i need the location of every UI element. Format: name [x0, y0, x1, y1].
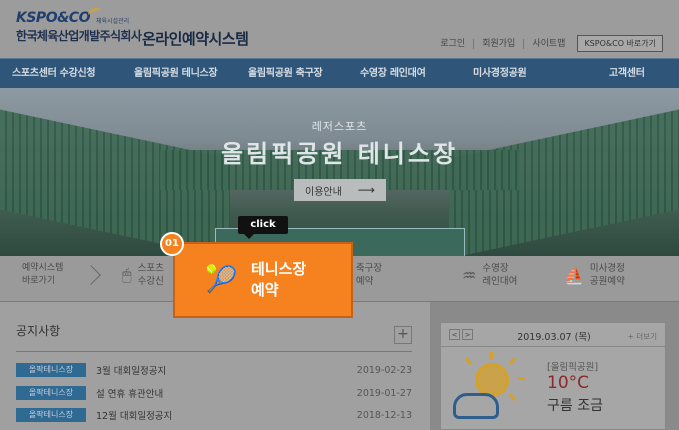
weather-header: < > 2019.03.07 (목) + 더보기 [441, 323, 665, 347]
tennis-racket-icon: 🎾 [205, 265, 238, 295]
notice-tag: 올팍테니스장 [16, 386, 86, 400]
step-badge: 01 [160, 232, 184, 256]
tennis-reservation-highlight[interactable]: 🎾 테니스장 예약 [173, 242, 353, 318]
sitemap-link[interactable]: 사이트맵 [524, 39, 573, 49]
notice-date: 2018-12-13 [356, 409, 412, 421]
highlight-line2: 예약 [251, 281, 279, 299]
quick-item-swimming[interactable]: ♒ 수영장 레인대여 [462, 262, 517, 288]
hero-subtitle: 레저스포츠 [311, 120, 368, 133]
usage-guide-button[interactable]: 이용안내 ⟶ [294, 179, 386, 201]
weather-location: [올림픽공원] [547, 362, 599, 373]
weather-temperature: 10°C [547, 373, 590, 393]
swimming-pool-icon: ♒ [462, 265, 477, 285]
usage-guide-label: 이용안내 [305, 186, 342, 198]
nav-tennis[interactable]: 올림픽공원 테니스장 [134, 59, 248, 89]
login-link[interactable]: 로그인 [432, 38, 475, 49]
utility-links: 로그인 회원가입 사이트맵 KSPO&CO 바로가기 [432, 35, 663, 52]
click-tooltip: click [238, 216, 288, 239]
notice-text[interactable]: 설 연휴 휴관안내 [96, 386, 357, 400]
nav-soccer[interactable]: 올림픽공원 축구장 [248, 59, 360, 89]
kspo-shortcut-button[interactable]: KSPO&CO 바로가기 [577, 35, 663, 52]
partly-cloudy-icon [453, 351, 525, 423]
nav-sports-center[interactable]: 스포츠센터 수강신청 [12, 59, 134, 89]
weather-condition: 구름 조금 [547, 398, 603, 414]
main-nav: 스포츠센터 수강신청 올림픽공원 테니스장 올림픽공원 축구장 수영장 레인대여… [0, 58, 679, 88]
hero-title: 올림픽공원 테니스장 [220, 140, 459, 168]
notice-text[interactable]: 12월 대회일정공지 [96, 408, 357, 422]
quick-item-sports[interactable]: 🖱 스포츠 수강신 [122, 262, 164, 288]
weather-more-link[interactable]: + 더보기 [628, 331, 657, 342]
system-title: 온라인예약시스템 [142, 30, 249, 48]
notice-row[interactable]: 올팍테니스장 3월 대회일정공지 2019-02-23 [16, 362, 412, 378]
divider [16, 351, 412, 352]
notice-date: 2019-02-23 [356, 364, 412, 376]
boat-icon: ⛵ [564, 265, 584, 285]
notice-date: 2019-01-27 [356, 387, 412, 399]
chevron-right-icon [81, 265, 101, 285]
nav-misa[interactable]: 미사경정공원 [473, 59, 609, 89]
notice-text[interactable]: 3월 대회일정공지 [96, 363, 357, 377]
site-logo[interactable]: KSPO&CO 체육시설관리 한국체육산업개발주식회사 [16, 5, 142, 44]
logo-subtitle: 체육시설관리 [96, 18, 130, 25]
notice-row[interactable]: 올팍테니스장 설 연휴 휴관안내 2019-01-27 [16, 385, 412, 401]
arrow-right-icon: ⟶ [357, 183, 375, 197]
weather-widget: < > 2019.03.07 (목) + 더보기 [올림픽공원] 10°C 구름… [440, 322, 666, 430]
site-header: KSPO&CO 체육시설관리 한국체육산업개발주식회사 온라인예약시스템 로그인… [0, 0, 679, 58]
nav-customer-center[interactable]: 고객센터 [609, 59, 679, 89]
notice-more-button[interactable]: + [394, 326, 412, 344]
mouse-icon: 🖱 [122, 265, 132, 284]
notice-row[interactable]: 올팍테니스장 12월 대회일정공지 2018-12-13 [16, 407, 412, 423]
quick-label: 예약시스템 바로가기 [22, 263, 64, 286]
logo-korean: 한국체육산업개발주식회사 [16, 29, 142, 43]
signup-link[interactable]: 회원가입 [474, 38, 525, 49]
notice-panel: 공지사항 + 올팍테니스장 3월 대회일정공지 2019-02-23 올팍테니스… [0, 302, 430, 430]
notice-tag: 올팍테니스장 [16, 363, 86, 377]
notice-title: 공지사항 [16, 324, 61, 338]
hero-banner: 레저스포츠 올림픽공원 테니스장 이용안내 ⟶ [0, 88, 679, 256]
notice-tag: 올팍테니스장 [16, 408, 86, 422]
nav-swimming[interactable]: 수영장 레인대여 [360, 59, 473, 89]
highlight-line1: 테니스장 [251, 260, 307, 278]
quick-item-misa[interactable]: ⛵ 미사경정 공원예약 [564, 262, 625, 288]
